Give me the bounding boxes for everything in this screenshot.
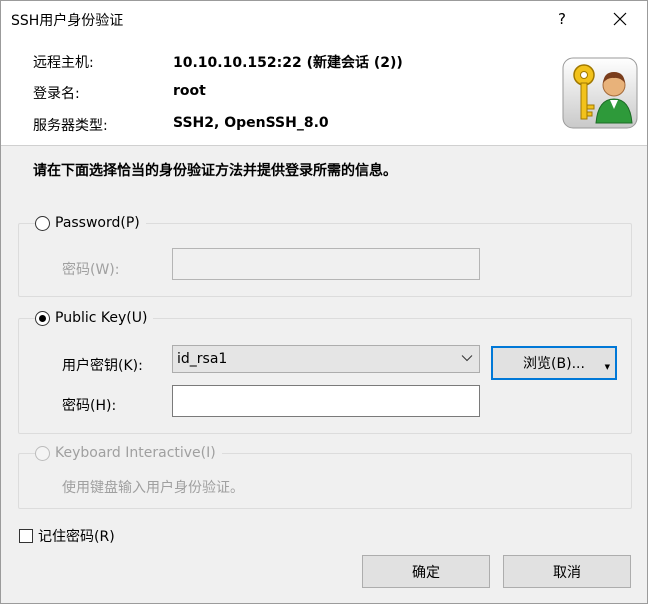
close-icon bbox=[613, 12, 627, 26]
publickey-radio-label: Public Key(U) bbox=[55, 310, 148, 326]
user-key-value: id_rsa1 bbox=[177, 351, 228, 367]
user-key-icon bbox=[562, 57, 638, 129]
remember-password-row[interactable]: 记住密码(R) bbox=[19, 526, 115, 546]
cancel-button[interactable]: 取消 bbox=[503, 555, 631, 588]
user-key-label: 用户密钥(K): bbox=[62, 358, 143, 374]
ok-button[interactable]: 确定 bbox=[362, 555, 490, 588]
password-field[interactable] bbox=[172, 248, 480, 280]
keyboard-radio-row[interactable]: Keyboard Interactive(I) bbox=[35, 445, 222, 461]
password-radio-label: Password(P) bbox=[55, 215, 140, 231]
server-type-value: SSH2, OpenSSH_8.0 bbox=[173, 115, 329, 131]
password-radio-row[interactable]: Password(P) bbox=[35, 215, 146, 231]
user-key-dropdown[interactable]: id_rsa1 bbox=[172, 345, 480, 373]
keyboard-group: Keyboard Interactive(I) 使用键盘输入用户身份验证。 bbox=[18, 445, 632, 509]
auth-method-area: 请在下面选择恰当的身份验证方法并提供登录所需的信息。 Password(P) 密… bbox=[1, 145, 647, 603]
title-bar: SSH用户身份验证 ? bbox=[1, 1, 647, 37]
host-value: 10.10.10.152:22 (新建会话 (2)) bbox=[173, 55, 403, 71]
login-value: root bbox=[173, 83, 206, 99]
chevron-down-icon bbox=[461, 355, 473, 362]
keyboard-description: 使用键盘输入用户身份验证。 bbox=[62, 480, 244, 496]
ok-button-label: 确定 bbox=[412, 564, 440, 581]
dropdown-arrow-icon: ▼ bbox=[604, 363, 610, 371]
login-label: 登录名: bbox=[33, 86, 80, 102]
password-radio[interactable] bbox=[35, 215, 50, 231]
password-group: Password(P) 密码(W): bbox=[18, 215, 632, 297]
remember-password-label: 记住密码(R) bbox=[38, 529, 115, 545]
publickey-radio[interactable] bbox=[35, 310, 50, 326]
remember-password-checkbox[interactable] bbox=[19, 529, 33, 543]
help-button[interactable]: ? bbox=[539, 1, 585, 37]
passphrase-label: 密码(H): bbox=[62, 398, 117, 414]
ssh-auth-dialog: SSH用户身份验证 ? 远程主机: 10.10.10.152:22 (新建会话 … bbox=[0, 0, 648, 604]
passphrase-field[interactable] bbox=[172, 385, 480, 417]
keyboard-radio[interactable] bbox=[35, 445, 50, 461]
publickey-radio-row[interactable]: Public Key(U) bbox=[35, 310, 154, 326]
keyboard-radio-label: Keyboard Interactive(I) bbox=[55, 445, 216, 461]
server-type-label: 服务器类型: bbox=[33, 118, 108, 134]
cancel-button-label: 取消 bbox=[553, 564, 581, 581]
browse-button-label: 浏览(B)... bbox=[523, 356, 585, 372]
connection-info: 远程主机: 10.10.10.152:22 (新建会话 (2)) 登录名: ro… bbox=[1, 37, 647, 145]
password-field-label: 密码(W): bbox=[62, 262, 120, 278]
browse-button[interactable]: 浏览(B)... ▼ bbox=[491, 346, 617, 380]
close-button[interactable] bbox=[593, 1, 647, 37]
host-label: 远程主机: bbox=[33, 55, 94, 71]
instruction-text: 请在下面选择恰当的身份验证方法并提供登录所需的信息。 bbox=[33, 163, 397, 179]
window-title: SSH用户身份验证 bbox=[11, 13, 124, 29]
publickey-group: Public Key(U) 用户密钥(K): id_rsa1 浏览(B)... … bbox=[18, 310, 632, 434]
